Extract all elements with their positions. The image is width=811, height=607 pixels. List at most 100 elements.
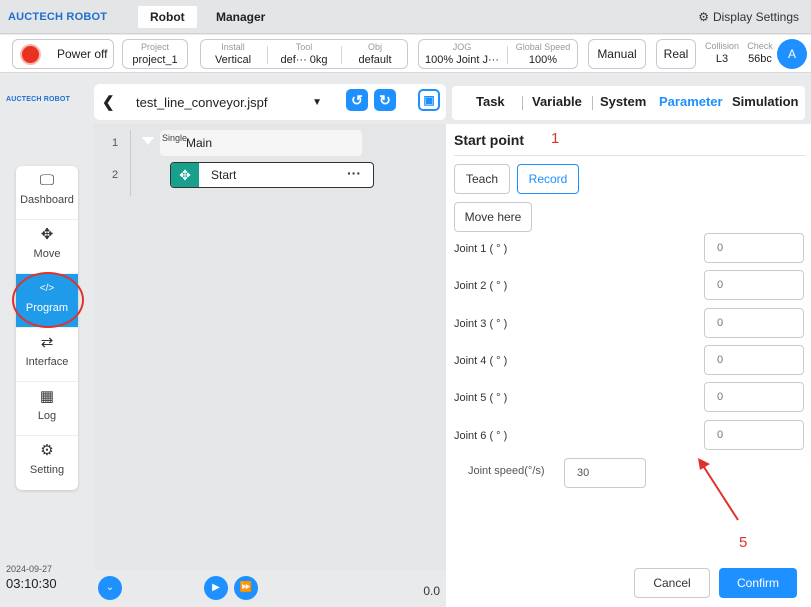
obj-value: default: [358, 54, 392, 66]
sidebar-item-label: Interface: [25, 356, 69, 368]
joint-speed-label: Joint speed(°/s): [468, 465, 545, 477]
start-node[interactable]: ✥ Start ···: [170, 162, 374, 188]
brand-logo: AUCTECH ROBOT: [8, 11, 108, 23]
jog-caption: JOG: [452, 42, 472, 52]
joint-2-label: Joint 2 ( ° ): [454, 280, 508, 292]
step-forward-button[interactable]: ⏩: [234, 576, 258, 600]
tool-value: def··· 0kg: [280, 54, 328, 66]
joint-4-value: 0: [717, 354, 724, 366]
jog-speed-group[interactable]: JOG 100% Joint J··· Global Speed 100%: [418, 39, 578, 69]
joint-5-input[interactable]: 0: [704, 382, 804, 412]
program-file-select[interactable]: test_line_conveyor.jspf ▼: [130, 90, 330, 116]
program-tree: 1 2 Main Single ✥ Start ···: [94, 124, 446, 570]
joint-5-label: Joint 5 ( ° ): [454, 392, 508, 404]
play-button[interactable]: ▶: [204, 576, 228, 600]
display-settings-label: Display Settings: [712, 10, 799, 24]
joint-1-input[interactable]: 0: [704, 233, 804, 263]
save-button[interactable]: ▣: [418, 89, 440, 111]
real-mode-button[interactable]: Real: [656, 39, 696, 69]
tab-simulation[interactable]: Simulation: [732, 94, 798, 109]
speed-readout: 0.0: [423, 584, 440, 598]
tab-task[interactable]: Task: [476, 94, 505, 109]
sidebar-item-label: Move: [33, 248, 61, 260]
global-speed-value: 100%: [528, 54, 558, 66]
sidebar-item-move[interactable]: ✥ Move: [16, 220, 78, 274]
joint-4-input[interactable]: 0: [704, 345, 804, 375]
tab-manager[interactable]: Manager: [204, 6, 277, 28]
joint-6-label: Joint 6 ( ° ): [454, 430, 508, 442]
joint-speed-value: 30: [577, 467, 590, 479]
install-caption: Install: [221, 42, 245, 52]
main-node[interactable]: Main Single: [160, 130, 362, 156]
power-button[interactable]: Power off: [12, 39, 114, 69]
annotation-number: 5: [739, 534, 748, 551]
parameter-panel: Start point 1 Teach Record Move here Joi…: [446, 124, 811, 607]
swap-icon: ⇄: [40, 334, 54, 351]
sidebar-item-setting[interactable]: ⚙ Setting: [16, 436, 78, 490]
annotation-number: 1: [551, 130, 560, 147]
move-icon: ✥: [40, 226, 54, 243]
display-settings-button[interactable]: ⚙ Display Settings: [698, 0, 799, 34]
project-value: project_1: [132, 54, 178, 66]
obj-caption: Obj: [367, 42, 382, 52]
joint-3-value: 0: [717, 317, 724, 329]
joint-3-input[interactable]: 0: [704, 308, 804, 338]
date-label: 2024-09-27: [6, 564, 53, 574]
clock: 2024-09-27 03:10:30: [6, 564, 57, 591]
confirm-button[interactable]: Confirm: [719, 568, 797, 598]
more-icon[interactable]: ···: [347, 165, 361, 181]
panel-title: Start point: [454, 132, 524, 148]
back-icon[interactable]: ❮: [102, 93, 115, 111]
joint-4-label: Joint 4 ( ° ): [454, 355, 508, 367]
install-tool-obj-group[interactable]: Install Vertical Tool def··· 0kg Obj def…: [200, 39, 408, 69]
sidebar-item-dashboard[interactable]: 🖵 Dashboard: [16, 166, 78, 220]
expand-down-button[interactable]: ⌄: [98, 576, 122, 600]
tab-parameter[interactable]: Parameter: [659, 94, 723, 109]
tab-separator: [522, 96, 523, 110]
teach-button[interactable]: Teach: [454, 164, 510, 194]
undo-icon: ↺: [351, 92, 363, 108]
time-label: 03:10:30: [6, 576, 57, 591]
sidebar-item-interface[interactable]: ⇄ Interface: [16, 328, 78, 382]
record-button[interactable]: Record: [517, 164, 579, 194]
check-code: Check 56bc: [744, 41, 776, 66]
move-here-button[interactable]: Move here: [454, 202, 532, 232]
tab-robot[interactable]: Robot: [138, 6, 197, 28]
power-label: Power off: [57, 47, 108, 61]
check-caption: Check: [747, 41, 773, 51]
program-tree-area: 1 2 Main Single ✥ Start ···: [94, 124, 446, 570]
collision-value: L3: [715, 53, 729, 65]
joint-2-input[interactable]: 0: [704, 270, 804, 300]
move-icon: ✥: [171, 163, 199, 187]
manual-mode-button[interactable]: Manual: [588, 39, 646, 69]
joint-6-input[interactable]: 0: [704, 420, 804, 450]
avatar[interactable]: A: [777, 39, 807, 69]
main-node-label: Main: [186, 136, 213, 150]
collapse-triangle-icon[interactable]: [142, 137, 154, 145]
tab-separator: [592, 96, 593, 110]
annotation-arrow-icon: [698, 458, 739, 521]
check-value: 56bc: [748, 53, 772, 65]
collision-caption: Collision: [704, 41, 739, 51]
status-bar: Power off Project project_1 Install Vert…: [0, 35, 811, 73]
project-caption: Project: [140, 42, 169, 52]
joint-speed-input[interactable]: 30: [564, 458, 646, 488]
joint-5-value: 0: [717, 391, 724, 403]
play-bar: ⌄ ▶ ⏩ 0.0: [94, 572, 446, 607]
project-field[interactable]: Project project_1: [122, 39, 188, 69]
global-speed-caption: Global Speed: [515, 42, 571, 52]
sidebar-item-log[interactable]: ▦ Log: [16, 382, 78, 436]
sidebar-item-label: Log: [37, 410, 57, 422]
tab-variable[interactable]: Variable: [532, 94, 582, 109]
program-file-name: test_line_conveyor.jspf: [136, 95, 268, 110]
undo-button[interactable]: ↺: [346, 89, 368, 111]
gear-icon: ⚙: [698, 10, 709, 24]
chevron-down-icon: ⌄: [105, 582, 115, 593]
divider: [507, 46, 508, 64]
cancel-button[interactable]: Cancel: [634, 568, 710, 598]
play-icon: ▶: [212, 582, 220, 593]
redo-button[interactable]: ↻: [374, 89, 396, 111]
tab-system[interactable]: System: [600, 94, 646, 109]
joint-6-value: 0: [717, 429, 724, 441]
monitor-icon: 🖵: [39, 172, 55, 189]
